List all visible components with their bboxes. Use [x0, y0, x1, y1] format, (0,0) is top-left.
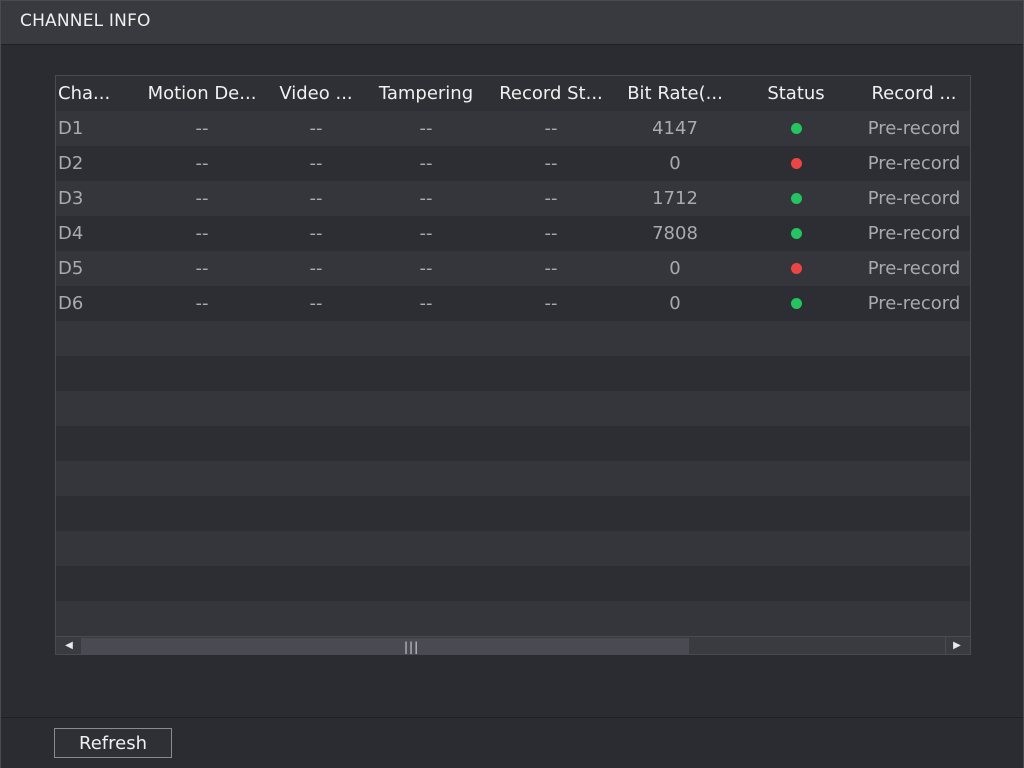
cell-video: --	[309, 188, 323, 209]
cell-video: --	[309, 258, 323, 279]
column-header-record-status[interactable]: Record St...	[492, 76, 610, 111]
status-dot	[791, 158, 802, 169]
cell-motion-detect: --	[195, 223, 209, 244]
empty-table-row	[56, 601, 970, 636]
table-body: D1 -- -- -- -- 4147 Pre-record D2 -- -- -- -- 0 Pre-r…	[56, 111, 970, 636]
cell-tampering: --	[419, 153, 433, 174]
cell-record-status: --	[544, 188, 558, 209]
cell-channel: D4	[58, 223, 84, 244]
empty-table-row	[56, 356, 970, 391]
cell-motion-detect: --	[195, 293, 209, 314]
cell-channel: D3	[58, 188, 84, 209]
scroll-thumb[interactable]: |||	[81, 638, 689, 654]
cell-video: --	[309, 223, 323, 244]
cell-record: Pre-record	[867, 293, 961, 314]
status-dot	[791, 193, 802, 204]
column-header-tampering[interactable]: Tampering	[370, 76, 482, 111]
cell-bit-rate: 1712	[652, 188, 698, 209]
grip-icon: |||	[404, 640, 420, 654]
cell-record-status: --	[544, 153, 558, 174]
cell-record-status: --	[544, 258, 558, 279]
cell-bit-rate: 0	[669, 153, 681, 174]
status-dot	[791, 298, 802, 309]
table-header: Cha... Motion De... Video ... Tampering …	[56, 76, 970, 111]
refresh-button[interactable]: Refresh	[54, 728, 172, 758]
cell-tampering: --	[419, 223, 433, 244]
cell-record: Pre-record	[867, 223, 961, 244]
cell-video: --	[309, 293, 323, 314]
cell-tampering: --	[419, 258, 433, 279]
footer-bar: Refresh	[1, 717, 1023, 768]
cell-record-status: --	[544, 223, 558, 244]
empty-table-row	[56, 531, 970, 566]
cell-channel: D1	[58, 118, 84, 139]
empty-table-row	[56, 321, 970, 356]
cell-tampering: --	[419, 293, 433, 314]
status-dot	[791, 123, 802, 134]
title-bar: CHANNEL INFO	[1, 1, 1023, 45]
cell-bit-rate: 4147	[652, 118, 698, 139]
table-row[interactable]: D6 -- -- -- -- 0 Pre-record	[56, 286, 970, 321]
cell-video: --	[309, 118, 323, 139]
cell-record: Pre-record	[867, 188, 961, 209]
empty-table-row	[56, 461, 970, 496]
channel-info-window: CHANNEL INFO Cha... Motion De... Video .…	[0, 0, 1024, 768]
status-dot	[791, 228, 802, 239]
cell-channel: D6	[58, 293, 84, 314]
cell-motion-detect: --	[195, 188, 209, 209]
column-header-motion-detect[interactable]: Motion De...	[144, 76, 260, 111]
table-row[interactable]: D1 -- -- -- -- 4147 Pre-record	[56, 111, 970, 146]
empty-table-row	[56, 391, 970, 426]
window-title: CHANNEL INFO	[20, 11, 151, 31]
horizontal-scrollbar[interactable]: ◀ ||| ▶	[56, 636, 970, 654]
cell-channel: D5	[58, 258, 84, 279]
cell-tampering: --	[419, 188, 433, 209]
empty-table-row	[56, 426, 970, 461]
channel-table: Cha... Motion De... Video ... Tampering …	[55, 75, 971, 655]
cell-motion-detect: --	[195, 258, 209, 279]
table-row[interactable]: D5 -- -- -- -- 0 Pre-record	[56, 251, 970, 286]
cell-channel: D2	[58, 153, 84, 174]
cell-bit-rate: 7808	[652, 223, 698, 244]
column-header-video[interactable]: Video ...	[274, 76, 358, 111]
cell-motion-detect: --	[195, 153, 209, 174]
triangle-right-icon[interactable]: ▶	[945, 637, 968, 654]
cell-bit-rate: 0	[669, 293, 681, 314]
table-row[interactable]: D4 -- -- -- -- 7808 Pre-record	[56, 216, 970, 251]
cell-video: --	[309, 153, 323, 174]
column-header-channel[interactable]: Cha...	[58, 76, 128, 111]
table-row[interactable]: D2 -- -- -- -- 0 Pre-record	[56, 146, 970, 181]
cell-record: Pre-record	[867, 118, 961, 139]
cell-record-status: --	[544, 293, 558, 314]
cell-motion-detect: --	[195, 118, 209, 139]
status-dot	[791, 263, 802, 274]
empty-table-row	[56, 496, 970, 531]
cell-record: Pre-record	[867, 153, 961, 174]
empty-table-row	[56, 566, 970, 601]
table-row[interactable]: D3 -- -- -- -- 1712 Pre-record	[56, 181, 970, 216]
cell-record-status: --	[544, 118, 558, 139]
cell-record: Pre-record	[867, 258, 961, 279]
cell-bit-rate: 0	[669, 258, 681, 279]
column-header-record[interactable]: Record ...	[862, 76, 966, 111]
triangle-left-icon[interactable]: ◀	[58, 637, 80, 654]
column-header-bit-rate[interactable]: Bit Rate(...	[620, 76, 730, 111]
column-header-status[interactable]: Status	[750, 76, 842, 111]
cell-tampering: --	[419, 118, 433, 139]
